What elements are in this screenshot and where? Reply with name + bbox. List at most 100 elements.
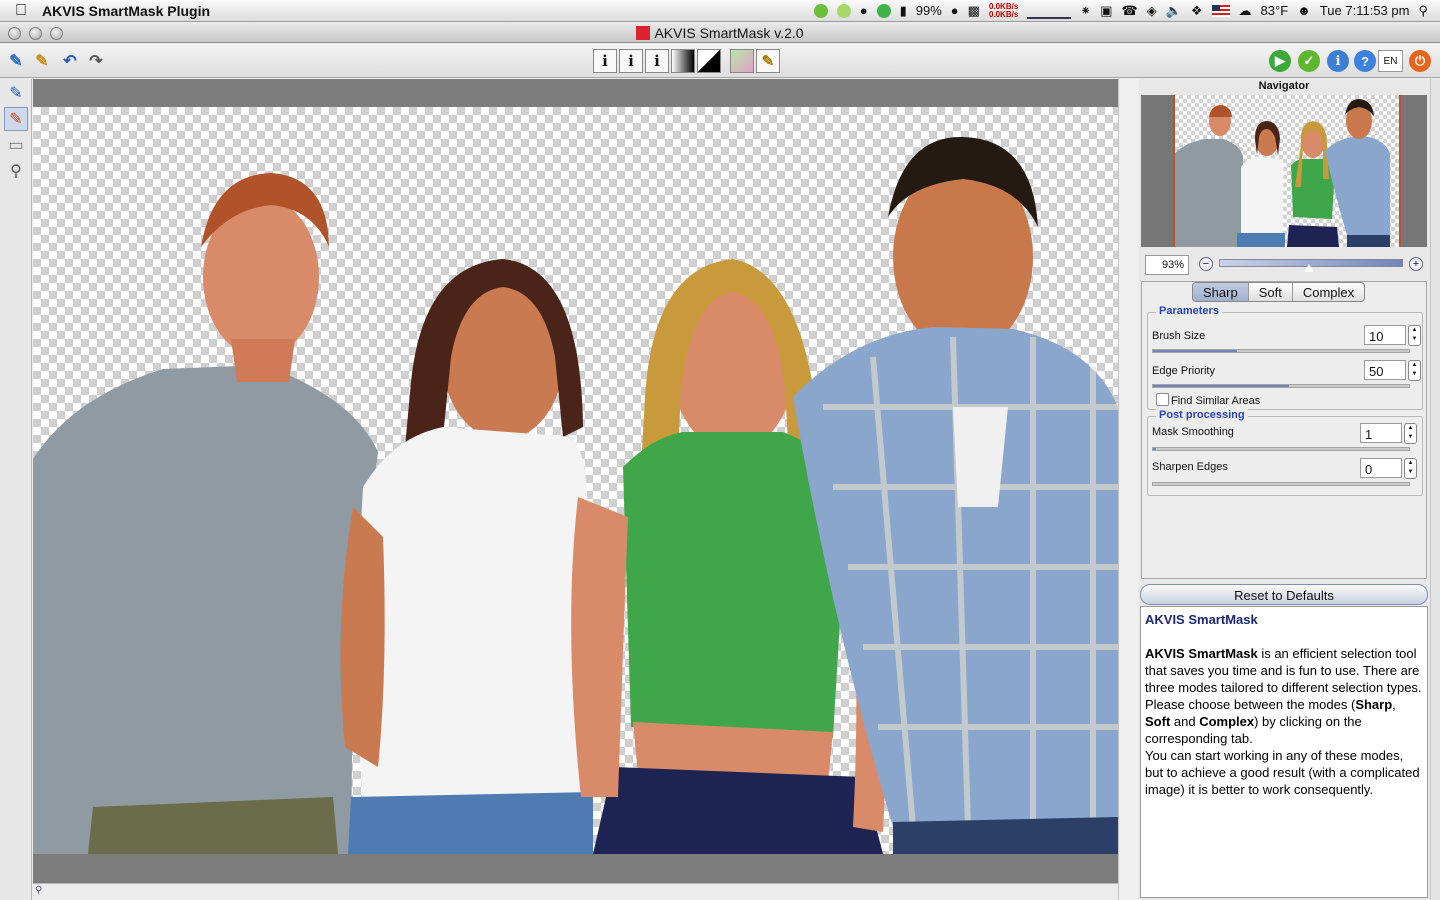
language-button[interactable]: EN xyxy=(1378,50,1403,72)
navigator-title: Navigator xyxy=(1258,80,1310,92)
help-mode-sharp: Sharp xyxy=(1355,697,1393,712)
akvis-logo-icon xyxy=(636,26,651,40)
zoom-tool-icon[interactable]: ⚲ xyxy=(4,159,28,183)
brush-size-input[interactable]: 10 xyxy=(1364,325,1406,345)
info-mode-1-icon[interactable]: i xyxy=(593,49,617,73)
sharpen-edges-label: Sharpen Edges xyxy=(1152,461,1228,473)
info-mode-3-icon[interactable]: i xyxy=(645,49,669,73)
gradient-view-icon[interactable] xyxy=(671,49,695,73)
find-similar-label: Find Similar Areas xyxy=(1171,395,1261,407)
eject-icon[interactable]: ● xyxy=(951,3,959,19)
volume-icon[interactable]: 🔈 xyxy=(1166,3,1182,19)
parameters-group: Parameters Brush Size 10 ▲ ▼ Edge Priorit… xyxy=(1147,305,1423,410)
settings-box: Sharp Soft Complex Parameters Brush Size… xyxy=(1141,281,1427,579)
status-icon: ⚲ xyxy=(35,885,43,896)
sharpen-edges-stepper[interactable]: ▲ ▼ xyxy=(1404,458,1417,479)
mask-smoothing-fill xyxy=(1153,448,1156,450)
save-file-icon[interactable]: ✎ xyxy=(30,49,54,73)
help-pane: AKVIS SmartMask AKVIS SmartMask is an ef… xyxy=(1140,606,1428,898)
pencil-view-icon[interactable]: ✎ xyxy=(756,49,780,73)
sharpen-edges-input[interactable]: 0 xyxy=(1360,458,1402,478)
zoom-out-icon[interactable]: − xyxy=(1199,257,1213,271)
navigator-view[interactable] xyxy=(1141,95,1427,247)
bluetooth-icon[interactable]: ⁕ xyxy=(1080,3,1091,19)
help-button[interactable]: ? xyxy=(1353,49,1377,73)
wifi-icon[interactable]: ◈ xyxy=(1147,3,1157,19)
info-mode-2-icon[interactable]: i xyxy=(619,49,643,73)
blue-pencil-tool-icon[interactable]: ✎ xyxy=(4,81,28,105)
check-icon: ✓ xyxy=(1298,50,1320,72)
sync-icon[interactable] xyxy=(876,3,891,19)
mask-view-icon[interactable] xyxy=(697,49,721,73)
status-lime-icon[interactable] xyxy=(836,3,851,19)
navigator-photo xyxy=(1175,99,1390,247)
help-paragraph-1: AKVIS SmartMask is an efficient selectio… xyxy=(1145,645,1423,747)
evernote-icon[interactable]: ● xyxy=(860,3,868,19)
mask-smoothing-input[interactable]: 1 xyxy=(1360,423,1402,443)
color-view-icon[interactable] xyxy=(730,49,754,73)
weather-icon[interactable]: ☁ xyxy=(1239,3,1252,19)
display-icon[interactable]: ▣ xyxy=(1100,3,1112,19)
tab-soft[interactable]: Soft xyxy=(1249,283,1293,301)
quit-button[interactable]: ⏻ xyxy=(1408,49,1432,73)
open-file-icon[interactable]: ✎ xyxy=(4,49,28,73)
help-title: AKVIS SmartMask xyxy=(1145,612,1258,627)
status-bar: ⚲ xyxy=(33,883,1118,900)
zoom-slider-thumb[interactable] xyxy=(1304,264,1315,272)
help-paragraph-2: You can start working in any of these mo… xyxy=(1145,748,1420,797)
app-menu[interactable]: AKVIS SmartMask Plugin xyxy=(42,3,210,19)
help-sep: , xyxy=(1392,697,1396,712)
panel-scrollbar[interactable] xyxy=(1430,79,1440,900)
brush-size-stepper[interactable]: ▲ ▼ xyxy=(1408,325,1421,346)
image-canvas[interactable] xyxy=(33,107,1118,854)
battery-meter-icon[interactable]: ▮ xyxy=(900,3,907,19)
mask-smoothing-slider[interactable] xyxy=(1152,447,1410,451)
run-button[interactable]: ▶ xyxy=(1268,49,1292,73)
edge-priority-stepper[interactable]: ▲ ▼ xyxy=(1408,360,1421,381)
reset-to-defaults-button[interactable]: Reset to Defaults xyxy=(1140,584,1428,605)
edge-priority-slider[interactable] xyxy=(1152,384,1410,388)
user-icon[interactable]: ☻ xyxy=(1297,3,1311,19)
help-mode-complex: Complex xyxy=(1199,714,1255,729)
redo-icon[interactable]: ↷ xyxy=(84,49,108,73)
zoom-field[interactable]: 93% xyxy=(1145,255,1189,275)
eraser-tool-icon[interactable]: ▭ xyxy=(4,133,28,157)
battery-percent[interactable]: 99% xyxy=(916,3,942,19)
status-green-icon[interactable] xyxy=(813,3,828,19)
post-processing-title: Post processing xyxy=(1156,409,1248,421)
clock[interactable]: Tue 7:11:53 pm xyxy=(1320,3,1410,19)
script-icon[interactable]: ❖ xyxy=(1191,3,1203,19)
zoom-in-icon[interactable]: + xyxy=(1409,257,1423,271)
play-icon: ▶ xyxy=(1269,50,1291,72)
input-flag-icon[interactable] xyxy=(1211,3,1230,19)
navigator-thumbnail[interactable] xyxy=(1173,95,1401,247)
mask-smoothing-stepper[interactable]: ▲ ▼ xyxy=(1404,423,1417,444)
apply-button[interactable]: ✓ xyxy=(1297,49,1321,73)
red-pencil-tool-icon[interactable]: ✎ xyxy=(4,107,28,131)
tab-sharp[interactable]: Sharp xyxy=(1193,283,1249,301)
phone-icon[interactable]: ☎ xyxy=(1122,3,1138,19)
spotlight-search-icon[interactable]: ⚲ xyxy=(1418,3,1428,19)
about-button[interactable]: i xyxy=(1326,49,1350,73)
main-toolbar: ✎ ✎ ↶ ↷ i i i ✎ ▶ ✓ i ? EN ⏻ xyxy=(0,44,1440,78)
apple-menu-icon[interactable]:  xyxy=(0,2,42,20)
temperature[interactable]: 83°F xyxy=(1261,3,1289,19)
net-down: 0.0KB/s xyxy=(988,9,1019,19)
help-sep-and: and xyxy=(1170,714,1200,729)
window-title: AKVIS SmartMask v.2.0 xyxy=(0,25,1440,41)
parameters-title: Parameters xyxy=(1156,305,1222,317)
mode-tabs: Sharp Soft Complex xyxy=(1192,282,1366,302)
tab-complex[interactable]: Complex xyxy=(1293,283,1364,301)
grid-icon[interactable]: ▩ xyxy=(968,3,980,19)
canvas-scrollbar[interactable] xyxy=(1118,79,1138,900)
brush-size-slider[interactable] xyxy=(1152,349,1410,353)
network-monitor[interactable]: 0.0KB/s 0.0KB/s xyxy=(988,2,1019,19)
help-bold-name: AKVIS SmartMask xyxy=(1145,646,1258,661)
undo-icon[interactable]: ↶ xyxy=(58,49,82,73)
help-mode-soft: Soft xyxy=(1145,714,1171,729)
mask-smoothing-label: Mask Smoothing xyxy=(1152,426,1234,438)
tool-strip: ✎ ✎ ▭ ⚲ xyxy=(0,79,32,900)
edge-priority-input[interactable]: 50 xyxy=(1364,360,1406,380)
sharpen-edges-slider[interactable] xyxy=(1152,482,1410,486)
find-similar-checkbox[interactable] xyxy=(1156,393,1169,406)
